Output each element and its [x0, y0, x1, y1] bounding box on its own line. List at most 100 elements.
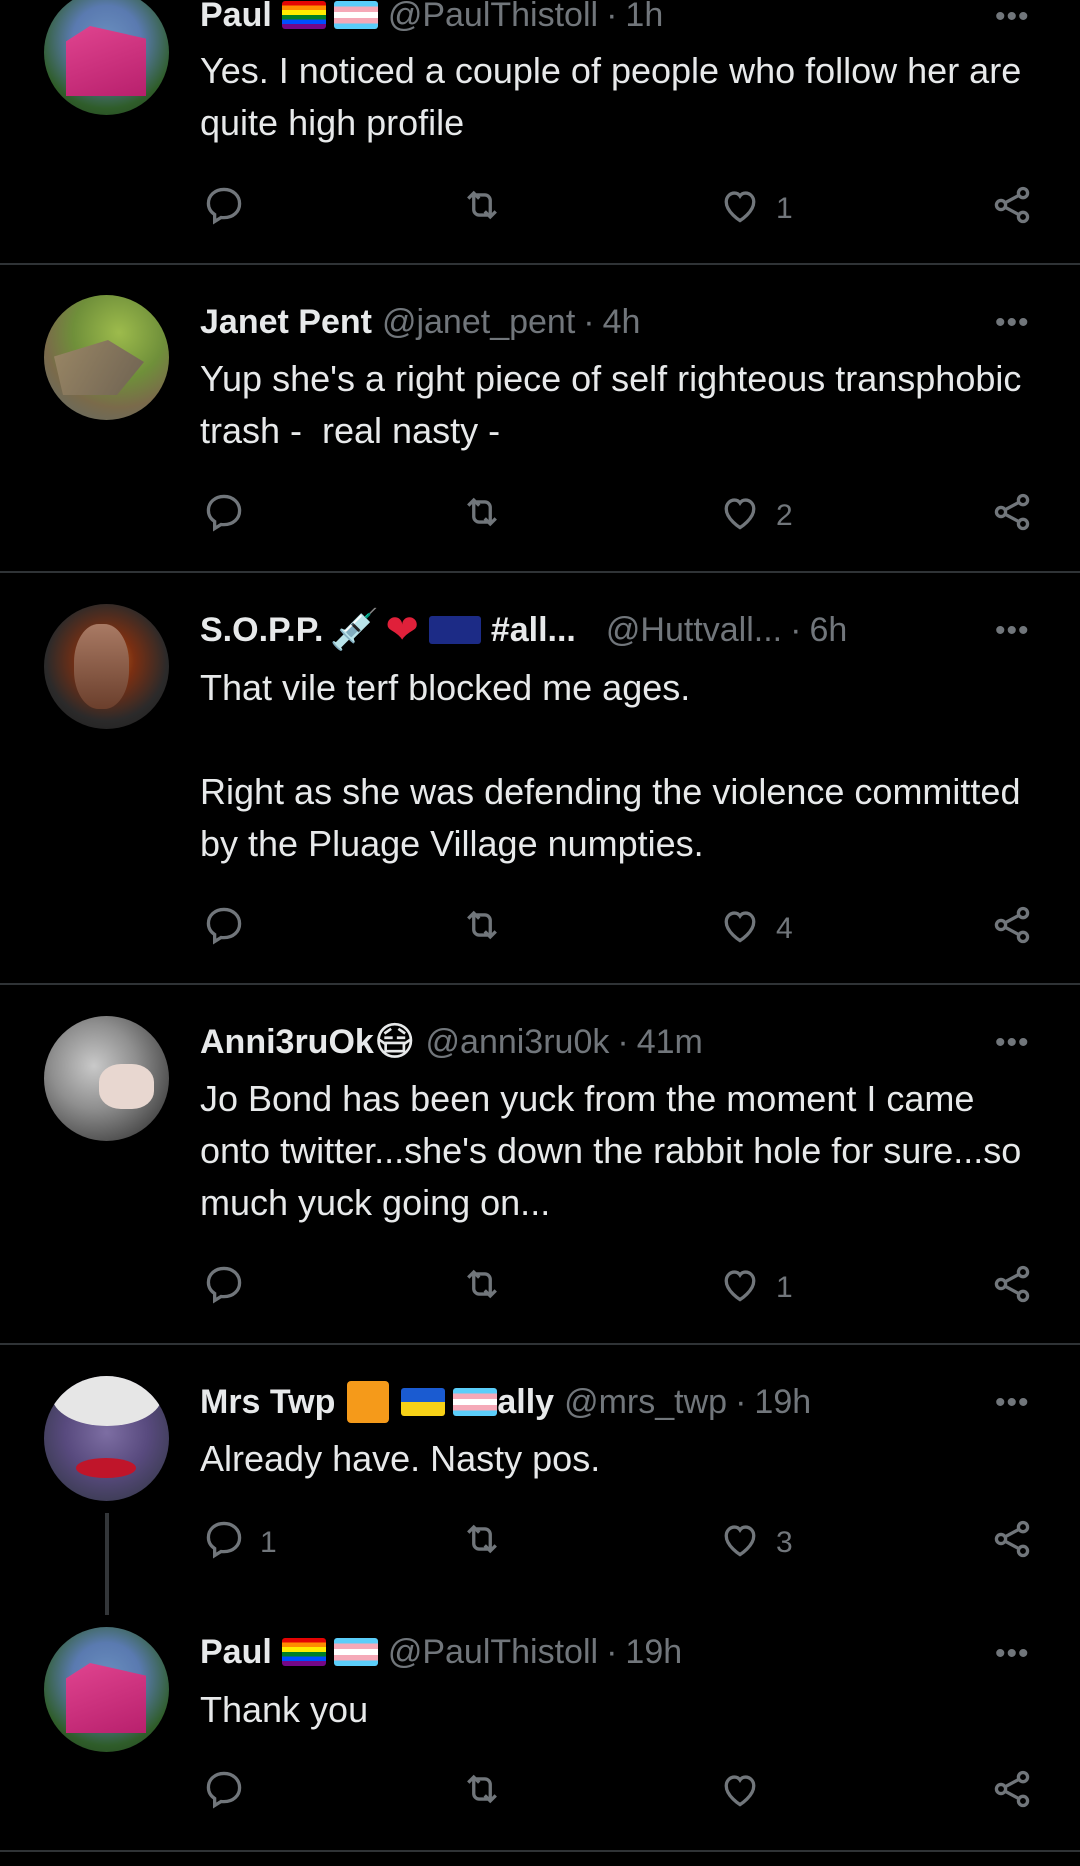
- reply-button[interactable]: [202, 490, 260, 542]
- avatar[interactable]: [44, 1016, 169, 1141]
- action-bar: 1 3: [0, 1517, 1080, 1567]
- timestamp[interactable]: 41m: [637, 1022, 703, 1062]
- like-button[interactable]: 1: [718, 183, 793, 235]
- more-icon[interactable]: •••: [995, 614, 1030, 648]
- like-icon: [718, 903, 762, 955]
- like-button[interactable]: 3: [718, 1517, 793, 1569]
- more-icon[interactable]: •••: [995, 0, 1030, 34]
- handle[interactable]: @mrs_twp: [564, 1382, 727, 1422]
- action-bar: 1: [0, 183, 1080, 233]
- handle[interactable]: @Huttvall...: [606, 610, 782, 650]
- retweet-button[interactable]: [460, 1517, 504, 1569]
- like-count: 1: [776, 192, 793, 225]
- reply-count: 1: [260, 1526, 277, 1559]
- reply-button[interactable]: [202, 1262, 260, 1314]
- like-button[interactable]: [718, 1767, 776, 1819]
- share-icon: [990, 1517, 1034, 1569]
- divider: [0, 263, 1080, 265]
- separator: ·: [617, 1023, 629, 1061]
- display-name[interactable]: Paul: [200, 1632, 272, 1672]
- tweet-text: Yes. I noticed a couple of people who fo…: [200, 50, 1032, 143]
- avatar[interactable]: [44, 0, 169, 115]
- display-name[interactable]: Janet Pent: [200, 302, 372, 342]
- mask-face-icon: 😷: [373, 1020, 416, 1064]
- orange-square-icon: [347, 1381, 390, 1423]
- retweet-button[interactable]: [460, 1767, 504, 1819]
- tweet-text: Yup she's a right piece of self righteou…: [200, 358, 1032, 451]
- share-button[interactable]: [990, 903, 1034, 955]
- retweet-button[interactable]: [460, 1262, 504, 1314]
- retweet-icon: [460, 490, 504, 542]
- more-icon[interactable]: •••: [995, 1386, 1030, 1420]
- reply-icon: [202, 1262, 246, 1314]
- more-icon[interactable]: •••: [995, 306, 1030, 340]
- syringe-icon: 💉: [329, 608, 380, 652]
- avatar[interactable]: [44, 295, 169, 420]
- avatar[interactable]: [44, 1627, 169, 1752]
- trans-flag-icon: [333, 1, 378, 29]
- like-icon: [718, 1262, 762, 1314]
- divider: [0, 1343, 1080, 1345]
- reply-button[interactable]: [202, 1767, 260, 1819]
- display-name[interactable]: Paul: [200, 0, 272, 35]
- reply-icon: [202, 1517, 246, 1569]
- retweet-button[interactable]: [460, 903, 504, 955]
- display-name[interactable]: S.O.P.P.: [200, 610, 324, 650]
- action-bar: 1: [0, 1262, 1080, 1312]
- handle[interactable]: @anni3ru0k: [426, 1022, 610, 1062]
- share-button[interactable]: [990, 1262, 1034, 1314]
- like-button[interactable]: 1: [718, 1262, 793, 1314]
- share-button[interactable]: [990, 490, 1034, 542]
- like-count: 3: [776, 1526, 793, 1559]
- handle[interactable]: @PaulThistoll: [388, 0, 598, 35]
- handle[interactable]: @janet_pent: [382, 302, 575, 342]
- timestamp[interactable]: 19h: [754, 1382, 811, 1422]
- retweet-button[interactable]: [460, 490, 504, 542]
- like-button[interactable]: 2: [718, 490, 793, 542]
- action-bar: 2: [0, 490, 1080, 540]
- retweet-icon: [460, 1262, 504, 1314]
- share-icon: [990, 490, 1034, 542]
- tweet-text: Already have. Nasty pos.: [200, 1438, 601, 1479]
- share-icon: [990, 1262, 1034, 1314]
- more-icon[interactable]: •••: [995, 1026, 1030, 1060]
- tweet-header: Mrs Twp ally @mrs_twp · 19h: [200, 1381, 811, 1423]
- timestamp[interactable]: 4h: [603, 302, 641, 342]
- share-icon: [990, 1767, 1034, 1819]
- ukraine-flag-icon: [401, 1388, 446, 1416]
- avatar[interactable]: [44, 604, 169, 729]
- reply-button[interactable]: [202, 903, 260, 955]
- retweet-button[interactable]: [460, 183, 504, 235]
- display-name[interactable]: Mrs Twp: [200, 1382, 335, 1422]
- like-button[interactable]: 4: [718, 903, 793, 955]
- action-bar: [0, 1767, 1080, 1817]
- like-icon: [718, 1517, 762, 1569]
- tweet-text: Jo Bond has been yuck from the moment I …: [200, 1078, 1032, 1223]
- retweet-icon: [460, 1517, 504, 1569]
- reply-button[interactable]: [202, 183, 260, 235]
- like-icon: [718, 1767, 762, 1819]
- new-zealand-flag-icon: [428, 616, 481, 644]
- display-name[interactable]: Anni3ruOk: [200, 1022, 374, 1062]
- pride-flag-icon: [281, 1, 326, 29]
- timestamp[interactable]: 6h: [809, 610, 847, 650]
- avatar[interactable]: [44, 1376, 169, 1501]
- reply-button[interactable]: 1: [202, 1517, 277, 1569]
- retweet-icon: [460, 1767, 504, 1819]
- timestamp[interactable]: 19h: [625, 1632, 682, 1672]
- share-icon: [990, 183, 1034, 235]
- share-icon: [990, 903, 1034, 955]
- handle[interactable]: @PaulThistoll: [388, 1632, 598, 1672]
- tweet-header: S.O.P.P. 💉 ❤ #all... @Huttvall... · 6h: [200, 610, 847, 650]
- share-button[interactable]: [990, 1767, 1034, 1819]
- reply-icon: [202, 183, 246, 235]
- retweet-icon: [460, 183, 504, 235]
- tweet-header: Paul @PaulThistoll · 19h: [200, 1632, 682, 1672]
- like-icon: [718, 183, 762, 235]
- share-button[interactable]: [990, 183, 1034, 235]
- display-name-suffix: ally: [497, 1383, 555, 1421]
- share-button[interactable]: [990, 1517, 1034, 1569]
- retweet-icon: [460, 903, 504, 955]
- timestamp[interactable]: 1h: [625, 0, 663, 35]
- more-icon[interactable]: •••: [995, 1637, 1030, 1671]
